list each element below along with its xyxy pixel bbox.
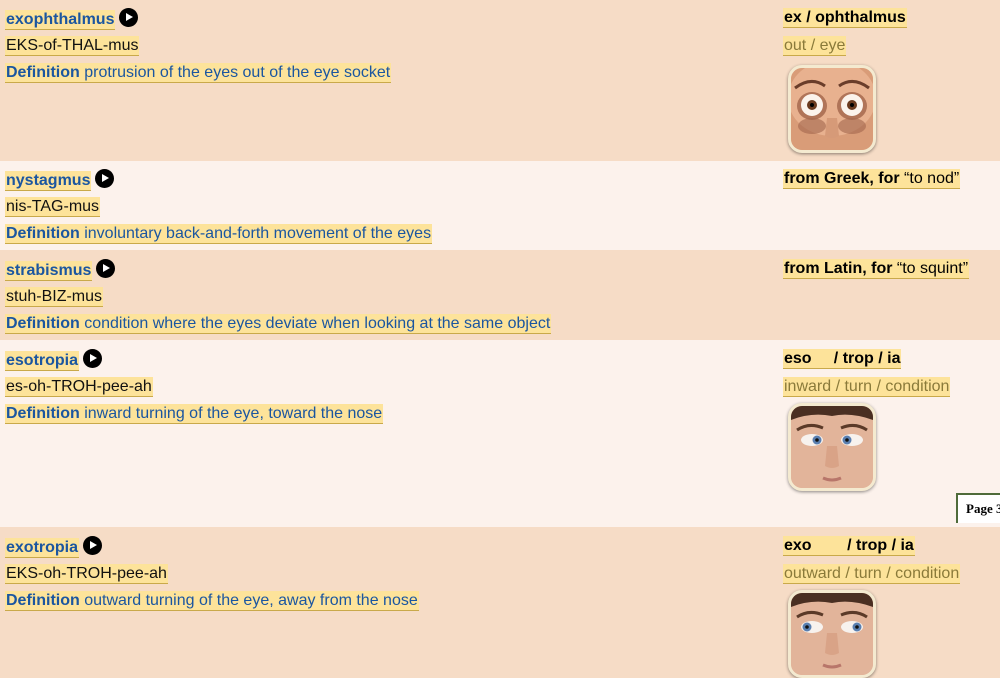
origin-prefix: from Greek, for xyxy=(784,170,900,187)
esotropia-illustration[interactable] xyxy=(788,403,876,491)
etymology-parts-line: exo / trop / ia xyxy=(783,536,915,556)
definition-line: Definition protrusion of the eyes out of… xyxy=(5,63,392,83)
play-audio-icon[interactable] xyxy=(96,259,116,278)
term-line: exotropia xyxy=(5,536,103,558)
etymology-meaning-line: inward / turn / condition xyxy=(783,377,951,397)
etymology-parts-line: ex / ophthalmus xyxy=(783,8,907,28)
definition-line: Definition outward turning of the eye, a… xyxy=(5,591,419,611)
definition-text: condition where the eyes deviate when lo… xyxy=(84,315,551,332)
play-audio-icon[interactable] xyxy=(95,169,115,188)
pronunciation: EKS-of-THAL-mus xyxy=(5,36,140,56)
etymology-meaning-line: out / eye xyxy=(783,36,847,56)
term-strabismus[interactable]: strabismus xyxy=(5,261,93,281)
pronunciation-line: nis-TAG-mus xyxy=(5,197,101,217)
play-audio-icon[interactable] xyxy=(83,536,103,555)
pronunciation-line: stuh-BIZ-mus xyxy=(5,287,104,307)
term-exophthalmus[interactable]: exophthalmus xyxy=(5,10,116,30)
pronunciation-line: EKS-oh-TROH-pee-ah xyxy=(5,564,168,584)
etymology-meaning: out / eye xyxy=(783,36,847,56)
etymology-parts: eso / trop / ia xyxy=(783,349,902,369)
definition-line: Definition condition where the eyes devi… xyxy=(5,314,552,334)
play-audio-icon[interactable] xyxy=(119,8,139,27)
origin-quote: “to squint” xyxy=(896,260,969,277)
etymology-meaning: outward / turn / condition xyxy=(783,564,961,584)
exotropia-illustration[interactable] xyxy=(788,590,876,678)
term-esotropia[interactable]: esotropia xyxy=(5,351,80,371)
term-nystagmus[interactable]: nystagmus xyxy=(5,171,92,191)
play-audio-icon[interactable] xyxy=(83,349,103,368)
origin-line: from Latin, for “to squint” xyxy=(783,259,970,279)
pronunciation: es-oh-TROH-pee-ah xyxy=(5,377,153,397)
pronunciation-line: EKS-of-THAL-mus xyxy=(5,36,140,56)
exophthalmus-illustration[interactable] xyxy=(788,65,876,153)
definition-label: Definition xyxy=(6,225,80,242)
term-exotropia[interactable]: exotropia xyxy=(5,538,80,558)
pronunciation: EKS-oh-TROH-pee-ah xyxy=(5,564,168,584)
page-number-badge: Page 3 xyxy=(956,493,1000,523)
origin-prefix: from Latin, for xyxy=(784,260,893,277)
definition-line: Definition involuntary back-and-forth mo… xyxy=(5,224,433,244)
page-label: Page 3 xyxy=(966,501,1000,516)
etymology-parts: exo / trop / ia xyxy=(783,536,915,556)
origin-line: from Greek, for “to nod” xyxy=(783,169,961,189)
definition-text: protrusion of the eyes out of the eye so… xyxy=(84,64,391,81)
etymology-meaning: inward / turn / condition xyxy=(783,377,951,397)
etymology-meaning-line: outward / turn / condition xyxy=(783,564,961,584)
definition-line: Definition inward turning of the eye, to… xyxy=(5,404,384,424)
definition-label: Definition xyxy=(6,64,80,81)
pronunciation-line: es-oh-TROH-pee-ah xyxy=(5,377,153,397)
definition-label: Definition xyxy=(6,315,80,332)
pronunciation: nis-TAG-mus xyxy=(5,197,101,217)
definition-text: inward turning of the eye, toward the no… xyxy=(84,405,383,422)
term-line: esotropia xyxy=(5,349,103,371)
term-line: nystagmus xyxy=(5,169,115,191)
etymology-parts-line: eso / trop / ia xyxy=(783,349,902,369)
term-line: exophthalmus xyxy=(5,8,139,30)
etymology-parts: ex / ophthalmus xyxy=(783,8,907,28)
definition-label: Definition xyxy=(6,592,80,609)
pronunciation: stuh-BIZ-mus xyxy=(5,287,104,307)
origin-quote: “to nod” xyxy=(904,170,960,187)
definition-text: outward turning of the eye, away from th… xyxy=(84,592,418,609)
definition-label: Definition xyxy=(6,405,80,422)
definition-text: involuntary back-and-forth movement of t… xyxy=(84,225,432,242)
term-line: strabismus xyxy=(5,259,116,281)
